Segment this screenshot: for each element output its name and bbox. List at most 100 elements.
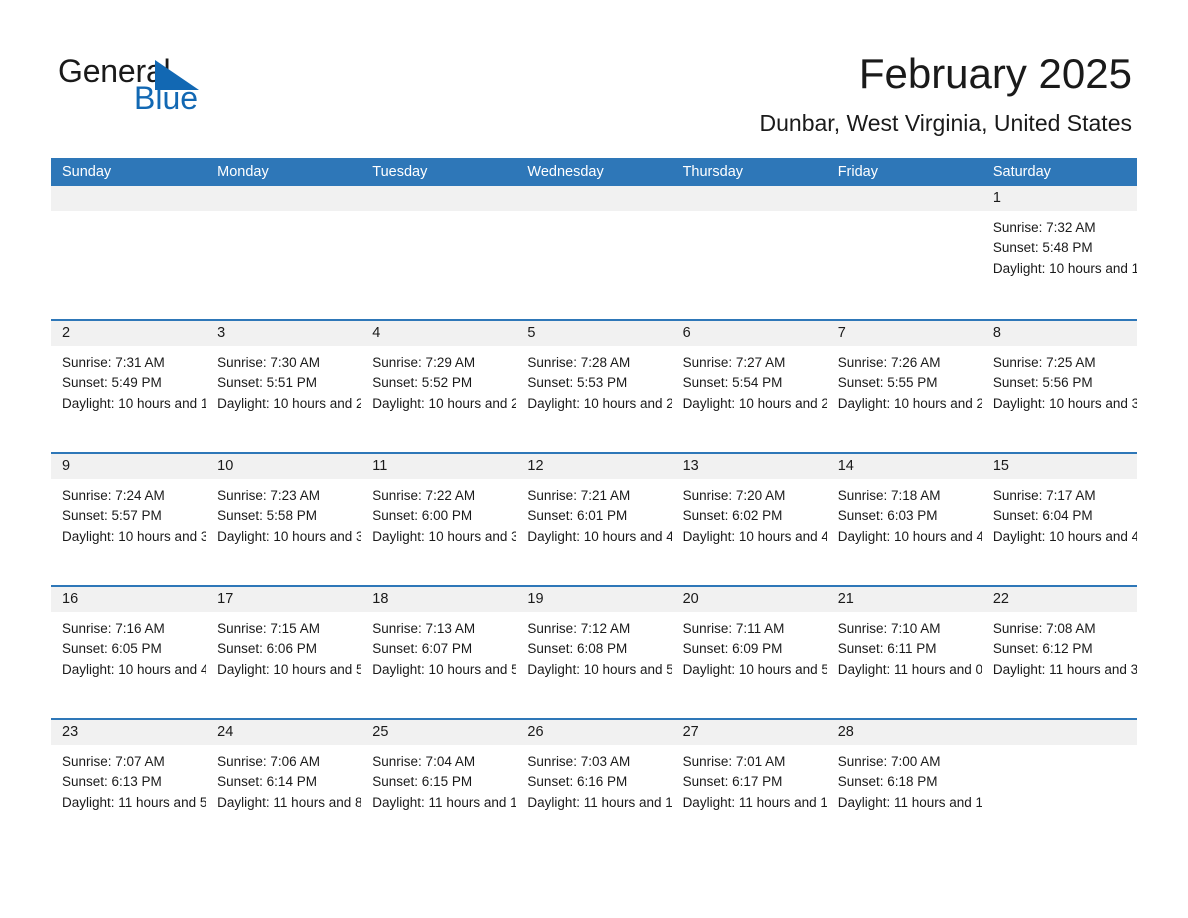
sunrise-text: Sunrise: 7:01 AM [682, 754, 786, 769]
day-cell[interactable]: 9 Sunrise: 7:24 AM Sunset: 5:57 PM Dayli… [51, 454, 207, 585]
day-cell[interactable] [981, 720, 1137, 851]
day-cell[interactable]: 2 Sunrise: 7:31 AM Sunset: 5:49 PM Dayli… [51, 321, 207, 452]
sunset-text: Sunset: 6:18 PM [837, 774, 938, 790]
page-subtitle: Dunbar, West Virginia, United States [759, 110, 1132, 136]
day-number: 7 [837, 325, 846, 341]
day-cell[interactable]: 20 Sunrise: 7:11 AM Sunset: 6:09 PM Dayl… [671, 587, 827, 718]
sunset-text: Sunset: 5:49 PM [62, 375, 162, 391]
day-info: Sunrise: 7:12 AM Sunset: 6:08 PM Dayligh… [516, 612, 671, 680]
sunset-text: Sunset: 6:15 PM [372, 774, 473, 790]
weekday-header-wednesday: Wednesday [527, 164, 604, 180]
day-number: 19 [527, 591, 544, 607]
day-cell[interactable]: 8 Sunrise: 7:25 AM Sunset: 5:56 PM Dayli… [981, 321, 1137, 452]
day-number-band [671, 186, 827, 211]
sunrise-text: Sunrise: 7:11 AM [682, 621, 785, 636]
weekday-header-sunday: Sunday [62, 164, 112, 180]
week-row: 16 Sunrise: 7:16 AM Sunset: 6:05 PM Dayl… [51, 585, 1137, 718]
sunrise-text: Sunrise: 7:07 AM [62, 754, 165, 769]
day-info: Sunrise: 7:21 AM Sunset: 6:01 PM Dayligh… [516, 479, 671, 547]
day-number: 11 [372, 458, 388, 474]
daylight-text: Daylight: 10 hours and 33 minutes. [62, 528, 207, 544]
day-number-band: 19 [516, 587, 672, 612]
day-cell[interactable]: 3 Sunrise: 7:30 AM Sunset: 5:51 PM Dayli… [206, 321, 362, 452]
calendar-grid: Sunday Monday Tuesday Wednesday Thursday… [51, 158, 1137, 851]
generalblue-logo[interactable]: General Blue [58, 52, 378, 122]
weekday-header-monday: Monday [217, 164, 269, 180]
sunrise-text: Sunrise: 7:23 AM [217, 488, 320, 503]
daylight-text: Daylight: 11 hours and 5 minutes. [62, 794, 207, 810]
day-info: Sunrise: 7:20 AM Sunset: 6:02 PM Dayligh… [672, 479, 827, 547]
day-cell[interactable]: 26 Sunrise: 7:03 AM Sunset: 6:16 PM Dayl… [516, 720, 672, 851]
day-cell[interactable]: 11 Sunrise: 7:22 AM Sunset: 6:00 PM Dayl… [361, 454, 517, 585]
day-info: Sunrise: 7:26 AM Sunset: 5:55 PM Dayligh… [827, 346, 982, 414]
sunset-text: Sunset: 6:04 PM [992, 508, 1093, 524]
daylight-text: Daylight: 11 hours and 17 minutes. [837, 794, 982, 810]
daylight-text: Daylight: 10 hours and 40 minutes. [527, 528, 672, 544]
day-cell[interactable]: 6 Sunrise: 7:27 AM Sunset: 5:54 PM Dayli… [671, 321, 827, 452]
day-number: 6 [682, 325, 691, 341]
day-number: 22 [992, 591, 1009, 607]
day-cell[interactable]: 15 Sunrise: 7:17 AM Sunset: 6:04 PM Dayl… [981, 454, 1137, 585]
daylight-text: Daylight: 10 hours and 37 minutes. [372, 528, 517, 544]
day-cell[interactable]: 1 Sunrise: 7:32 AM Sunset: 5:48 PM Dayli… [981, 186, 1137, 319]
day-cell[interactable]: 4 Sunrise: 7:29 AM Sunset: 5:52 PM Dayli… [361, 321, 517, 452]
day-number-band: 25 [361, 720, 517, 745]
day-cell[interactable]: 25 Sunrise: 7:04 AM Sunset: 6:15 PM Dayl… [361, 720, 517, 851]
day-cell[interactable]: 13 Sunrise: 7:20 AM Sunset: 6:02 PM Dayl… [671, 454, 827, 585]
sunrise-text: Sunrise: 7:22 AM [372, 488, 476, 503]
title-block: February 2025 Dunbar, West Virginia, Uni… [760, 48, 1132, 138]
day-number-band: 18 [361, 587, 517, 612]
day-number-band [361, 186, 517, 211]
day-cell[interactable]: 5 Sunrise: 7:28 AM Sunset: 5:53 PM Dayli… [516, 321, 672, 452]
daylight-text: Daylight: 11 hours and 12 minutes. [527, 794, 672, 810]
day-cell[interactable]: 19 Sunrise: 7:12 AM Sunset: 6:08 PM Dayl… [516, 587, 672, 718]
day-cell[interactable] [361, 186, 517, 319]
day-cell[interactable] [671, 186, 827, 319]
day-cell[interactable] [51, 186, 207, 319]
day-cell[interactable]: 22 Sunrise: 7:08 AM Sunset: 6:12 PM Dayl… [981, 587, 1137, 718]
day-number: 25 [372, 724, 389, 740]
day-cell[interactable]: 27 Sunrise: 7:01 AM Sunset: 6:17 PM Dayl… [671, 720, 827, 851]
daylight-text: Daylight: 10 hours and 24 minutes. [527, 395, 672, 411]
day-cell[interactable]: 7 Sunrise: 7:26 AM Sunset: 5:55 PM Dayli… [826, 321, 982, 452]
day-number: 28 [837, 724, 854, 740]
week-row: 1 Sunrise: 7:32 AM Sunset: 5:48 PM Dayli… [51, 186, 1137, 319]
day-info: Sunrise: 7:31 AM Sunset: 5:49 PM Dayligh… [51, 346, 206, 414]
day-cell[interactable]: 28 Sunrise: 7:00 AM Sunset: 6:18 PM Dayl… [826, 720, 982, 851]
day-info: Sunrise: 7:07 AM Sunset: 6:13 PM Dayligh… [51, 745, 206, 813]
day-number-band [51, 186, 207, 211]
sunrise-text: Sunrise: 7:31 AM [62, 355, 165, 370]
day-cell[interactable]: 23 Sunrise: 7:07 AM Sunset: 6:13 PM Dayl… [51, 720, 207, 851]
day-number-band [516, 186, 672, 211]
day-number: 8 [992, 325, 1001, 341]
weekday-header-friday: Friday [837, 164, 878, 180]
day-cell[interactable] [516, 186, 672, 319]
day-cell[interactable]: 12 Sunrise: 7:21 AM Sunset: 6:01 PM Dayl… [516, 454, 672, 585]
sunset-text: Sunset: 5:57 PM [62, 508, 162, 524]
day-cell[interactable]: 17 Sunrise: 7:15 AM Sunset: 6:06 PM Dayl… [206, 587, 362, 718]
day-cell[interactable] [206, 186, 362, 319]
day-cell[interactable]: 21 Sunrise: 7:10 AM Sunset: 6:11 PM Dayl… [826, 587, 982, 718]
day-cell[interactable]: 18 Sunrise: 7:13 AM Sunset: 6:07 PM Dayl… [361, 587, 517, 718]
day-cell[interactable]: 14 Sunrise: 7:18 AM Sunset: 6:03 PM Dayl… [826, 454, 982, 585]
sunrise-text: Sunrise: 7:08 AM [992, 621, 1096, 636]
day-cell[interactable]: 10 Sunrise: 7:23 AM Sunset: 5:58 PM Dayl… [206, 454, 362, 585]
daylight-text: Daylight: 10 hours and 22 minutes. [372, 395, 517, 411]
daylight-text: Daylight: 10 hours and 42 minutes. [682, 528, 827, 544]
day-number-band: 26 [516, 720, 672, 745]
page-title: February 2025 [858, 50, 1132, 97]
sunrise-text: Sunrise: 7:29 AM [372, 355, 476, 370]
day-cell[interactable]: 16 Sunrise: 7:16 AM Sunset: 6:05 PM Dayl… [51, 587, 207, 718]
daylight-text: Daylight: 11 hours and 15 minutes. [682, 794, 827, 810]
sunset-text: Sunset: 6:12 PM [992, 641, 1093, 657]
sunset-text: Sunset: 6:09 PM [682, 641, 783, 657]
day-info: Sunrise: 7:27 AM Sunset: 5:54 PM Dayligh… [672, 346, 827, 414]
day-info: Sunrise: 7:11 AM Sunset: 6:09 PM Dayligh… [672, 612, 827, 680]
day-info: Sunrise: 7:06 AM Sunset: 6:14 PM Dayligh… [206, 745, 361, 813]
day-cell[interactable]: 24 Sunrise: 7:06 AM Sunset: 6:14 PM Dayl… [206, 720, 362, 851]
day-cell[interactable] [826, 186, 982, 319]
sunrise-text: Sunrise: 7:20 AM [682, 488, 786, 503]
day-number-band: 7 [826, 321, 982, 346]
day-info: Sunrise: 7:10 AM Sunset: 6:11 PM Dayligh… [827, 612, 982, 680]
daylight-text: Daylight: 10 hours and 31 minutes. [992, 395, 1137, 411]
